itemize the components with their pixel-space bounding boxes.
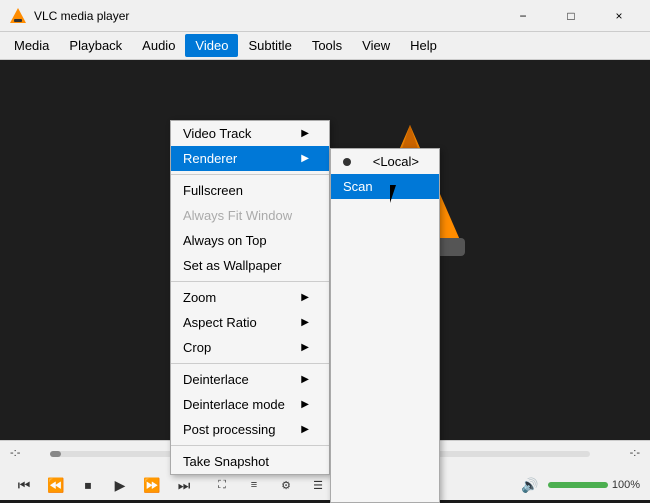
bullet-indicator [343, 158, 351, 166]
menu-media[interactable]: Media [4, 34, 59, 57]
menu-deinterlace[interactable]: Deinterlace ▶ [171, 367, 329, 392]
effects-button[interactable]: ⚙ [272, 473, 300, 497]
extended-settings-button[interactable]: ≡ [240, 473, 268, 497]
rewind-button[interactable]: ⏪ [42, 473, 70, 497]
fast-forward-button[interactable]: ⏩ [138, 473, 166, 497]
volume-control: 🔊 100% [516, 473, 640, 497]
menu-video[interactable]: Video [185, 34, 238, 57]
menu-crop[interactable]: Crop ▶ [171, 335, 329, 360]
submenu-arrow-icon: ▶ [301, 317, 309, 328]
titlebar: VLC media player − □ × [0, 0, 650, 32]
window-controls: − □ × [500, 0, 642, 32]
menu-aspect-ratio[interactable]: Aspect Ratio ▶ [171, 310, 329, 335]
playlist-button[interactable]: ☰ [304, 473, 332, 497]
time-remaining: -:- [630, 447, 640, 459]
playback-controls: ⏮ ⏪ ⏹ ▶ ⏩ ⏭ ⛶ ≡ ⚙ ☰ 🔊 100% [0, 471, 650, 499]
menu-always-fit-window: Always Fit Window [171, 203, 329, 228]
menu-separator [171, 363, 329, 364]
submenu-arrow-icon: ▶ [301, 424, 309, 435]
menu-playback[interactable]: Playback [59, 34, 132, 57]
menu-renderer-local[interactable]: <Local> [331, 149, 439, 174]
video-menu: Video Track ▶ Renderer ▶ Fullscreen Alwa… [170, 120, 330, 475]
mute-button[interactable]: 🔊 [516, 473, 544, 497]
submenu-arrow-icon: ▶ [301, 128, 309, 139]
menu-video-track[interactable]: Video Track ▶ [171, 121, 329, 146]
maximize-button[interactable]: □ [548, 0, 594, 32]
menu-always-on-top[interactable]: Always on Top [171, 228, 329, 253]
menu-subtitle[interactable]: Subtitle [238, 34, 301, 57]
renderer-submenu: <Local> Scan [330, 148, 440, 503]
window-title: VLC media player [34, 9, 500, 23]
submenu-arrow-icon: ▶ [301, 153, 309, 164]
fullscreen-toggle-button[interactable]: ⛶ [208, 473, 236, 497]
menu-deinterlace-mode[interactable]: Deinterlace mode ▶ [171, 392, 329, 417]
skip-forward-button[interactable]: ⏭ [170, 473, 198, 497]
menu-fullscreen[interactable]: Fullscreen [171, 178, 329, 203]
menu-bar: Media Playback Audio Video Subtitle Tool… [0, 32, 650, 60]
menu-zoom[interactable]: Zoom ▶ [171, 285, 329, 310]
skip-back-button[interactable]: ⏮ [10, 473, 38, 497]
menu-take-snapshot[interactable]: Take Snapshot [171, 449, 329, 474]
video-dropdown: Video Track ▶ Renderer ▶ Fullscreen Alwa… [170, 120, 440, 475]
volume-fill [548, 482, 608, 488]
submenu-arrow-icon: ▶ [301, 374, 309, 385]
menu-renderer[interactable]: Renderer ▶ [171, 146, 329, 171]
volume-label: 100% [612, 479, 640, 491]
submenu-arrow-icon: ▶ [301, 399, 309, 410]
time-elapsed: -:- [10, 447, 20, 459]
play-pause-button[interactable]: ▶ [106, 473, 134, 497]
menu-post-processing[interactable]: Post processing ▶ [171, 417, 329, 442]
menu-help[interactable]: Help [400, 34, 447, 57]
seek-progress [50, 451, 61, 457]
stop-button[interactable]: ⏹ [74, 473, 102, 497]
menu-view[interactable]: View [352, 34, 400, 57]
minimize-button[interactable]: − [500, 0, 546, 32]
close-button[interactable]: × [596, 0, 642, 32]
submenu-arrow-icon: ▶ [301, 292, 309, 303]
menu-audio[interactable]: Audio [132, 34, 185, 57]
vlc-icon [8, 6, 28, 26]
extra-controls: ⛶ ≡ ⚙ ☰ [208, 473, 332, 497]
main-content: Video Track ▶ Renderer ▶ Fullscreen Alwa… [0, 60, 650, 440]
menu-separator [171, 445, 329, 446]
menu-renderer-scan[interactable]: Scan [331, 174, 439, 199]
menu-separator [171, 174, 329, 175]
menu-set-as-wallpaper[interactable]: Set as Wallpaper [171, 253, 329, 278]
submenu-arrow-icon: ▶ [301, 342, 309, 353]
volume-slider[interactable] [548, 482, 608, 488]
menu-separator [171, 281, 329, 282]
menu-tools[interactable]: Tools [302, 34, 352, 57]
